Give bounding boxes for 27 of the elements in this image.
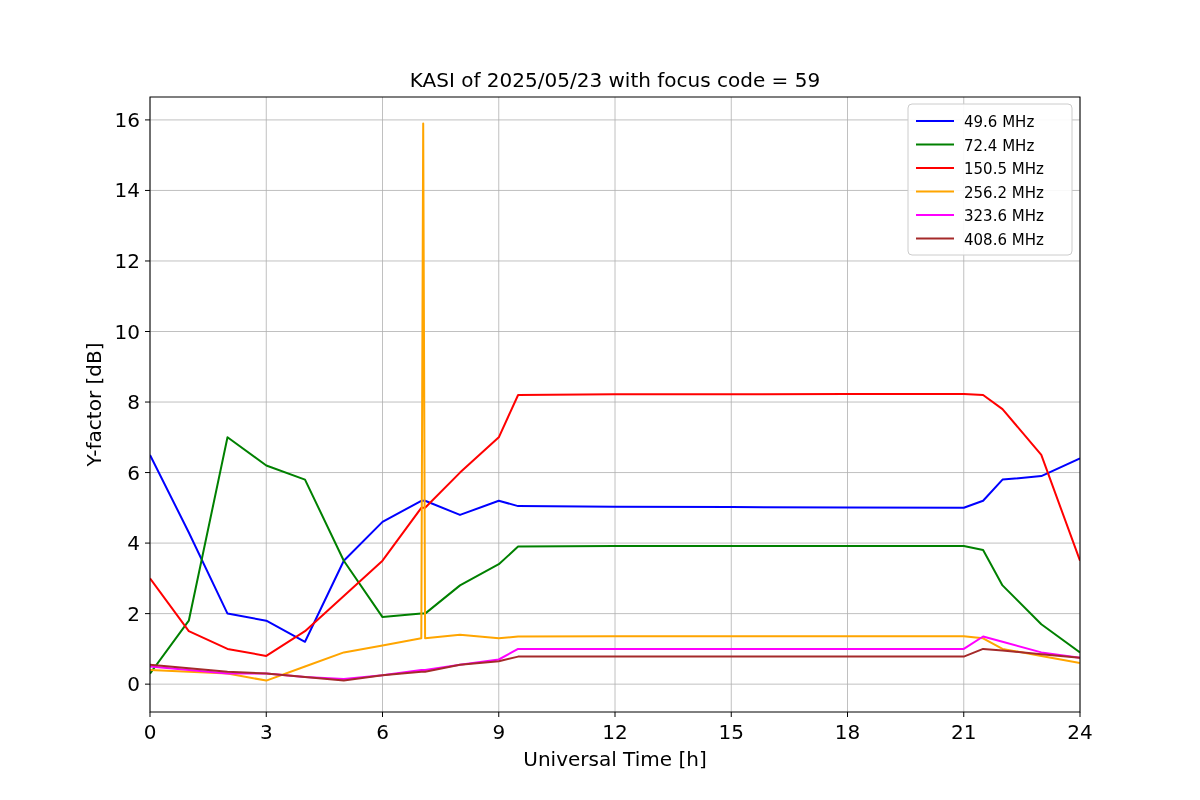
tick-label: 9: [492, 720, 506, 744]
tick-label: 18: [834, 720, 861, 744]
legend-label: 72.4 MHz: [964, 136, 1035, 155]
axis-label: Y-factor [dB]: [82, 342, 106, 467]
tick-label: 8: [127, 390, 140, 415]
legend-label: 256.2 MHz: [964, 183, 1044, 202]
tick-label: 16: [114, 107, 140, 132]
legend-label: 49.6 MHz: [964, 113, 1035, 131]
legend-label: 150.5 MHz: [964, 160, 1044, 178]
tick-label: 0: [143, 720, 157, 744]
tick-label: 6: [376, 720, 389, 744]
tick-label: 14: [114, 178, 140, 203]
legend-label: 408.6 MHz: [964, 230, 1044, 249]
tick-label: 6: [127, 460, 140, 485]
tick-label: 15: [718, 720, 744, 744]
legend-label: 323.6 MHz: [964, 207, 1044, 225]
tick-label: 2: [127, 601, 140, 626]
tick-label: 3: [259, 720, 273, 744]
tick-label: 10: [114, 319, 140, 344]
tick-label: 4: [127, 531, 140, 556]
tick-label: 24: [1067, 720, 1093, 744]
tick-label: 12: [602, 720, 628, 744]
axis-label: Universal Time [h]: [523, 747, 707, 771]
chart-title: KASI of 2025/05/23 with focus code = 59: [409, 68, 821, 92]
tick-label: 21: [951, 720, 977, 744]
tick-label: 0: [127, 672, 140, 697]
tick-label: 12: [114, 249, 140, 273]
